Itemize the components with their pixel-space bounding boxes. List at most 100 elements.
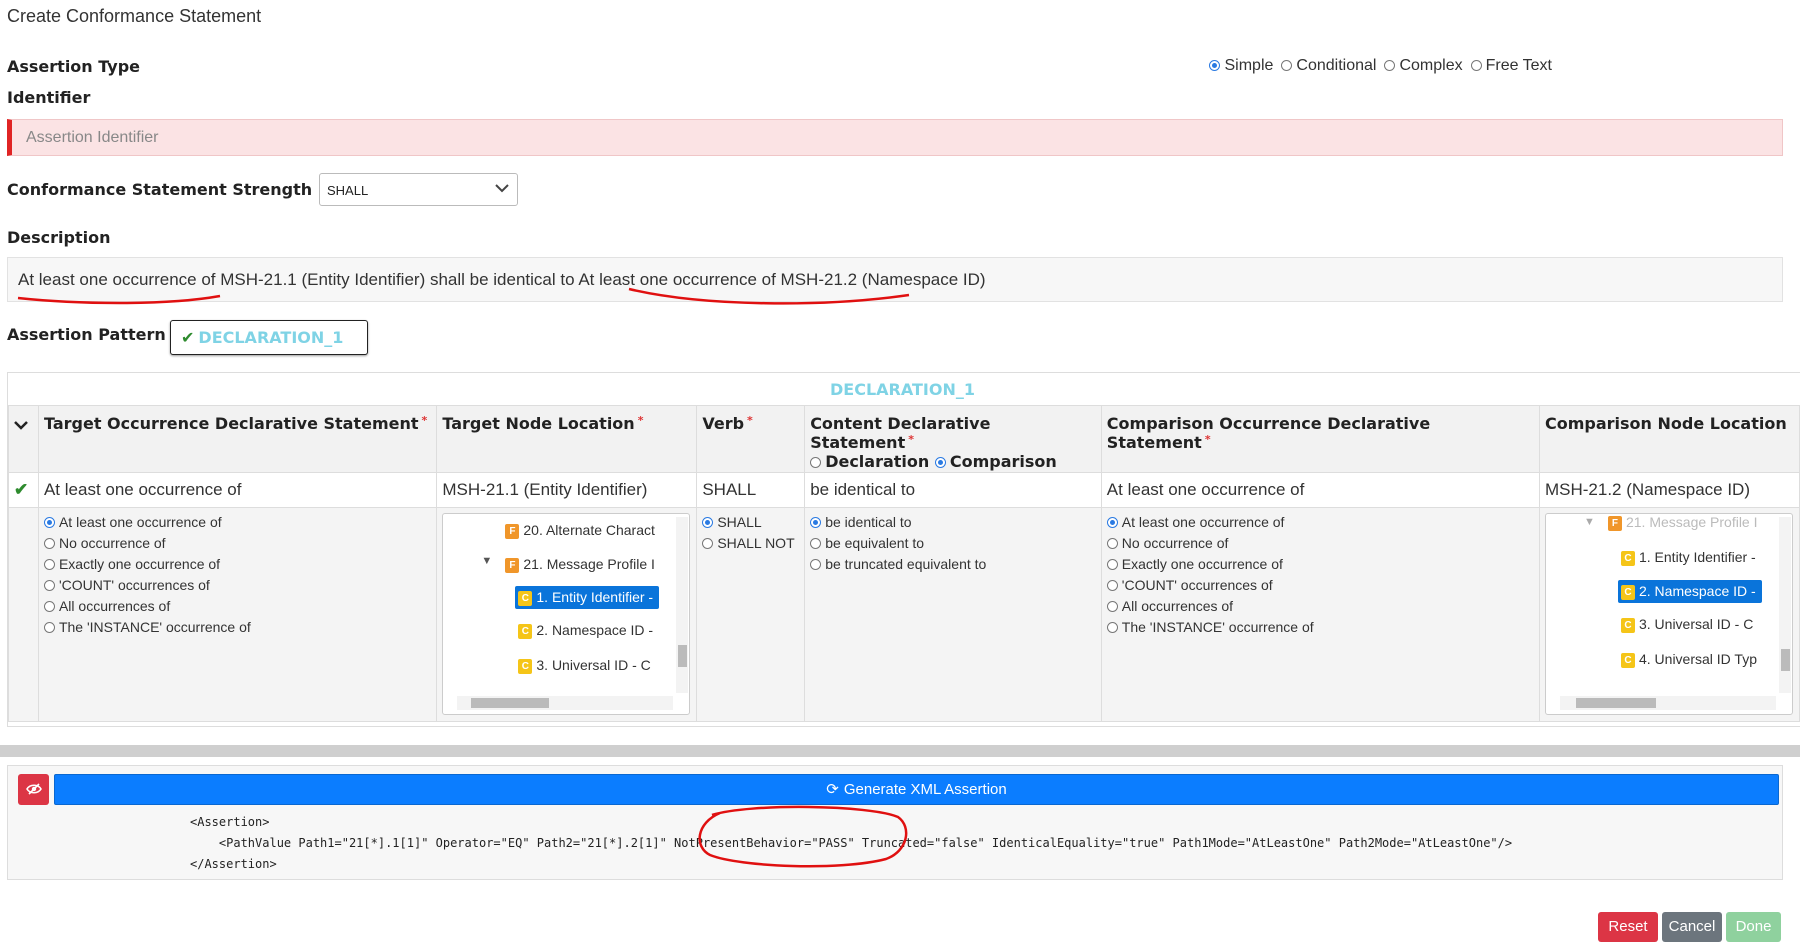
cancel-button[interactable]: Cancel [1662,912,1722,942]
content-type-declaration[interactable]: Declaration [810,452,929,471]
horizontal-scrollbar[interactable] [0,745,1800,757]
hide-xml-button[interactable] [18,774,49,805]
comparison-occurrence-option[interactable]: Exactly one occurrence of [1106,556,1534,577]
radio-icon[interactable] [43,622,55,633]
component-badge-icon: C [1620,551,1635,566]
radio-icon[interactable] [43,601,55,612]
radio-icon[interactable] [1106,559,1118,570]
assertion-type-radio-group: Simple Conditional Complex Free Text [1209,57,1554,75]
component-badge-icon: C [518,659,533,674]
content-option[interactable]: be equivalent to [810,535,1096,556]
required-asterisk: * [1204,433,1211,446]
target-occurrence-option[interactable]: Exactly one occurrence of [43,556,431,577]
assertion-type-free-text[interactable]: Free Text [1470,57,1552,75]
radio-icon[interactable] [43,580,55,591]
column-header: Comparison Occurrence Declarative Statem… [1100,405,1540,473]
check-icon: ✔ [181,328,195,347]
target-occurrence-option[interactable]: 'COUNT' occurrences of [43,577,431,598]
content-option[interactable]: be truncated equivalent to [810,556,1096,577]
table-row: At least one occurrence of No occurrence… [8,507,1800,722]
radio-icon[interactable] [810,457,822,468]
done-button[interactable]: Done [1726,912,1781,942]
tree-expand-icon[interactable]: ▼ [481,555,492,567]
chevron-down-icon [14,421,28,430]
comparison-occurrence-value: At least one occurrence of [1100,472,1540,508]
field-badge-icon: F [1607,516,1622,531]
declaration-pattern-button[interactable]: ✔ DECLARATION_1 [170,320,368,355]
assertion-type-complex[interactable]: Complex [1384,57,1463,75]
component-badge-icon: C [518,591,533,606]
radio-icon[interactable] [1470,60,1482,71]
vertical-scrollbar[interactable] [1778,517,1791,693]
component-badge-icon: C [1620,618,1635,633]
identifier-input[interactable]: Assertion Identifier [7,119,1783,156]
radio-icon[interactable] [43,559,55,570]
horizontal-scrollbar[interactable] [1559,696,1776,710]
eye-slash-icon [25,783,42,795]
radio-icon[interactable] [1106,517,1118,528]
verb-option[interactable]: SHALL NOT [702,535,799,556]
declaration-table: Target Occurrence Declarative Statement *… [8,405,1800,722]
comparison-occurrence-option[interactable]: The 'INSTANCE' occurrence of [1106,619,1534,640]
radio-icon[interactable] [1106,622,1118,633]
radio-icon[interactable] [810,517,822,528]
tree-expand-icon[interactable]: ▼ [1584,516,1595,528]
assertion-type-simple[interactable]: Simple [1209,57,1273,75]
tree-node[interactable]: C 3. Universal ID - C [518,657,651,674]
radio-icon[interactable] [1384,60,1396,71]
field-badge-icon: F [505,524,520,539]
tree-node[interactable]: F 21. Message Profile I [505,556,655,573]
horizontal-scrollbar[interactable] [457,696,674,710]
comparison-occurrence-option[interactable]: 'COUNT' occurrences of [1106,577,1534,598]
target-occurrence-option[interactable]: At least one occurrence of [43,514,431,535]
column-header: Target Node Location * [436,405,698,473]
tree-node[interactable]: F 20. Alternate Charact [505,522,655,539]
tree-node[interactable]: C 1. Entity Identifier - [1620,549,1756,566]
tree-node[interactable]: F 21. Message Profile I [1607,514,1758,531]
verb-option[interactable]: SHALL [702,514,799,535]
radio-icon[interactable] [1106,538,1118,549]
assertion-pattern-label: Assertion Pattern [7,325,166,344]
radio-icon[interactable] [43,517,55,528]
target-node-tree[interactable]: F 20. Alternate Charact ▼ F 21. Message Pr… [442,513,691,715]
content-type-comparison[interactable]: Comparison [934,452,1057,471]
check-icon: ✔ [14,480,29,499]
component-badge-icon: C [1620,585,1635,600]
declaration-panel-title: DECLARATION_1 [830,380,975,399]
tree-node[interactable]: C 4. Universal ID Typ [1620,651,1757,668]
tree-node[interactable]: C 2. Namespace ID - [518,622,653,639]
assertion-type-conditional[interactable]: Conditional [1281,57,1376,75]
radio-icon[interactable] [43,538,55,549]
content-value: be identical to [804,472,1102,508]
collapse-toggle[interactable] [8,405,39,473]
radio-icon[interactable] [1106,580,1118,591]
target-occurrence-option[interactable]: No occurrence of [43,535,431,556]
radio-icon[interactable] [1281,60,1293,71]
comparison-occurrence-option[interactable]: All occurrences of [1106,598,1534,619]
tree-node-selected[interactable]: C 2. Namespace ID - [1617,580,1762,603]
generate-xml-button[interactable]: ⟳ Generate XML Assertion [54,774,1779,805]
vertical-scrollbar[interactable] [676,517,689,693]
xml-output: <Assertion> <PathValue Path1="21[*].1[1]… [190,815,1513,871]
content-option[interactable]: be identical to [810,514,1096,535]
comparison-node-tree[interactable]: ▼ F 21. Message Profile I C 1. Entity Iden… [1544,513,1793,715]
comparison-occurrence-option[interactable]: No occurrence of [1106,535,1534,556]
tree-node-selected[interactable]: C 1. Entity Identifier - [515,586,660,609]
column-header: Target Occurrence Declarative Statement * [37,405,438,473]
comparison-occurrence-option[interactable]: At least one occurrence of [1106,514,1534,535]
radio-icon[interactable] [810,538,822,549]
field-badge-icon: F [505,558,520,573]
radio-icon[interactable] [810,559,822,570]
strength-select[interactable]: SHALL [319,173,518,206]
radio-icon[interactable] [702,538,714,549]
radio-icon[interactable] [1209,60,1221,71]
required-asterisk: * [637,414,644,427]
description-label: Description [7,228,111,247]
radio-icon[interactable] [702,517,714,528]
tree-node[interactable]: C 3. Universal ID - C [1620,616,1753,633]
radio-icon[interactable] [934,457,946,468]
reset-button[interactable]: Reset [1598,912,1658,942]
radio-icon[interactable] [1106,601,1118,612]
target-occurrence-option[interactable]: The 'INSTANCE' occurrence of [43,619,431,640]
target-occurrence-option[interactable]: All occurrences of [43,598,431,619]
